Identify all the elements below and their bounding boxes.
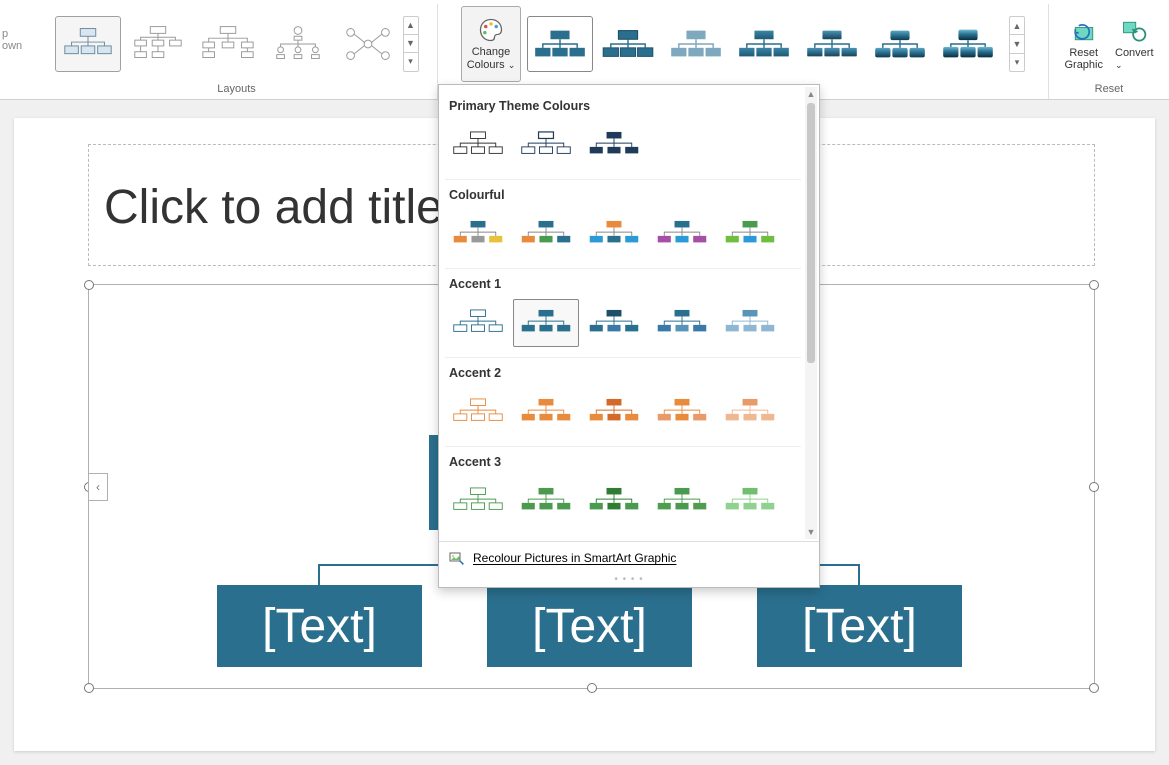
colour-option-colourful-4[interactable]	[649, 210, 715, 258]
scroll-down-icon[interactable]: ▼	[1010, 35, 1024, 53]
change-colours-label: Change Colours ⌄	[467, 46, 516, 71]
reset-graphic-button[interactable]: Reset Graphic	[1060, 15, 1107, 73]
style-thumb-4[interactable]	[731, 16, 797, 72]
style-thumb-5[interactable]	[799, 16, 865, 72]
change-colours-button[interactable]: Change Colours ⌄	[461, 6, 521, 82]
colour-option-accent3-4[interactable]	[649, 477, 715, 525]
convert-button[interactable]: Convert⌄	[1111, 15, 1158, 73]
scroll-down-icon[interactable]: ▼	[805, 525, 817, 539]
style-thumb-3[interactable]	[663, 16, 729, 72]
colour-option-accent1-2[interactable]	[513, 299, 579, 347]
colour-option-primary-1[interactable]	[445, 121, 511, 169]
colour-option-accent1-1[interactable]	[445, 299, 511, 347]
dd-row-accent2	[445, 386, 801, 447]
scroll-up-icon[interactable]: ▲	[1010, 17, 1024, 35]
style-thumb-7[interactable]	[935, 16, 1001, 72]
colour-option-colourful-2[interactable]	[513, 210, 579, 258]
dd-section-primary: Primary Theme Colours	[445, 91, 801, 119]
smartart-node-child-1[interactable]: [Text]	[217, 585, 422, 667]
layout-thumb-2[interactable]	[125, 16, 191, 72]
dd-row-accent1	[445, 297, 801, 358]
layout-thumb-5[interactable]	[335, 16, 401, 72]
colour-option-accent3-2[interactable]	[513, 477, 579, 525]
expand-gallery-icon[interactable]: ▾	[404, 53, 418, 70]
reset-group-label: Reset	[1095, 81, 1124, 97]
smartart-node-child-2[interactable]: [Text]	[487, 585, 692, 667]
layout-thumb-4[interactable]	[265, 16, 331, 72]
style-thumb-1[interactable]	[527, 16, 593, 72]
colour-option-accent1-4[interactable]	[649, 299, 715, 347]
ribbon-group-layouts: ▲ ▼ ▾ Layouts	[36, 4, 438, 99]
colour-option-accent2-4[interactable]	[649, 388, 715, 436]
dd-section-accent3: Accent 3	[445, 447, 801, 475]
layouts-group-label: Layouts	[217, 81, 256, 97]
colour-option-accent1-3[interactable]	[581, 299, 647, 347]
colour-option-accent3-3[interactable]	[581, 477, 647, 525]
styles-gallery	[527, 16, 1001, 72]
expand-gallery-icon[interactable]: ▾	[1010, 54, 1024, 71]
layouts-gallery	[55, 16, 401, 72]
dropdown-resize-grip[interactable]: • • • •	[439, 574, 819, 587]
colour-option-primary-2[interactable]	[513, 121, 579, 169]
convert-icon	[1119, 17, 1149, 45]
colour-option-accent2-1[interactable]	[445, 388, 511, 436]
style-thumb-2[interactable]	[595, 16, 661, 72]
colour-option-accent2-3[interactable]	[581, 388, 647, 436]
dd-row-primary	[445, 119, 801, 180]
colour-option-accent2-2[interactable]	[513, 388, 579, 436]
scroll-up-icon[interactable]: ▲	[805, 87, 817, 101]
colour-option-accent2-5[interactable]	[717, 388, 783, 436]
scroll-up-icon[interactable]: ▲	[404, 17, 418, 35]
ribbon-truncated-group: p own	[0, 28, 22, 52]
title-placeholder-text[interactable]: Click to add title	[104, 180, 443, 235]
layouts-gallery-spinner[interactable]: ▲ ▼ ▾	[403, 16, 419, 72]
style-thumb-6[interactable]	[867, 16, 933, 72]
recolour-pictures-label: Recolour Pictures in SmartArt Graphic	[473, 551, 676, 565]
dd-section-accent1: Accent 1	[445, 269, 801, 297]
colour-option-colourful-1[interactable]	[445, 210, 511, 258]
colour-option-colourful-5[interactable]	[717, 210, 783, 258]
scroll-down-icon[interactable]: ▼	[404, 35, 418, 53]
dd-section-colourful: Colourful	[445, 180, 801, 208]
recolour-icon	[449, 550, 465, 566]
scrollbar-thumb[interactable]	[807, 103, 815, 363]
colour-option-primary-3[interactable]	[581, 121, 647, 169]
colour-option-accent3-1[interactable]	[445, 477, 511, 525]
palette-icon	[477, 16, 505, 44]
recolour-pictures-menuitem[interactable]: Recolour Pictures in SmartArt Graphic	[439, 541, 819, 574]
dropdown-scrollbar[interactable]: ▲ ▼	[805, 87, 817, 539]
dd-section-accent2: Accent 2	[445, 358, 801, 386]
ribbon-group-reset: Reset Graphic Convert⌄ Reset	[1049, 4, 1169, 99]
colour-option-accent3-5[interactable]	[717, 477, 783, 525]
smartart-node-child-3[interactable]: [Text]	[757, 585, 962, 667]
dd-row-colourful	[445, 208, 801, 269]
styles-gallery-spinner[interactable]: ▲ ▼ ▾	[1009, 16, 1025, 72]
reset-graphic-icon	[1069, 17, 1099, 45]
colour-option-colourful-3[interactable]	[581, 210, 647, 258]
layout-thumb-3[interactable]	[195, 16, 261, 72]
dd-row-accent3	[445, 475, 801, 535]
layout-thumb-1[interactable]	[55, 16, 121, 72]
colour-option-accent1-5[interactable]	[717, 299, 783, 347]
change-colours-dropdown: ▲ ▼ Primary Theme Colours Colourful	[438, 84, 820, 588]
